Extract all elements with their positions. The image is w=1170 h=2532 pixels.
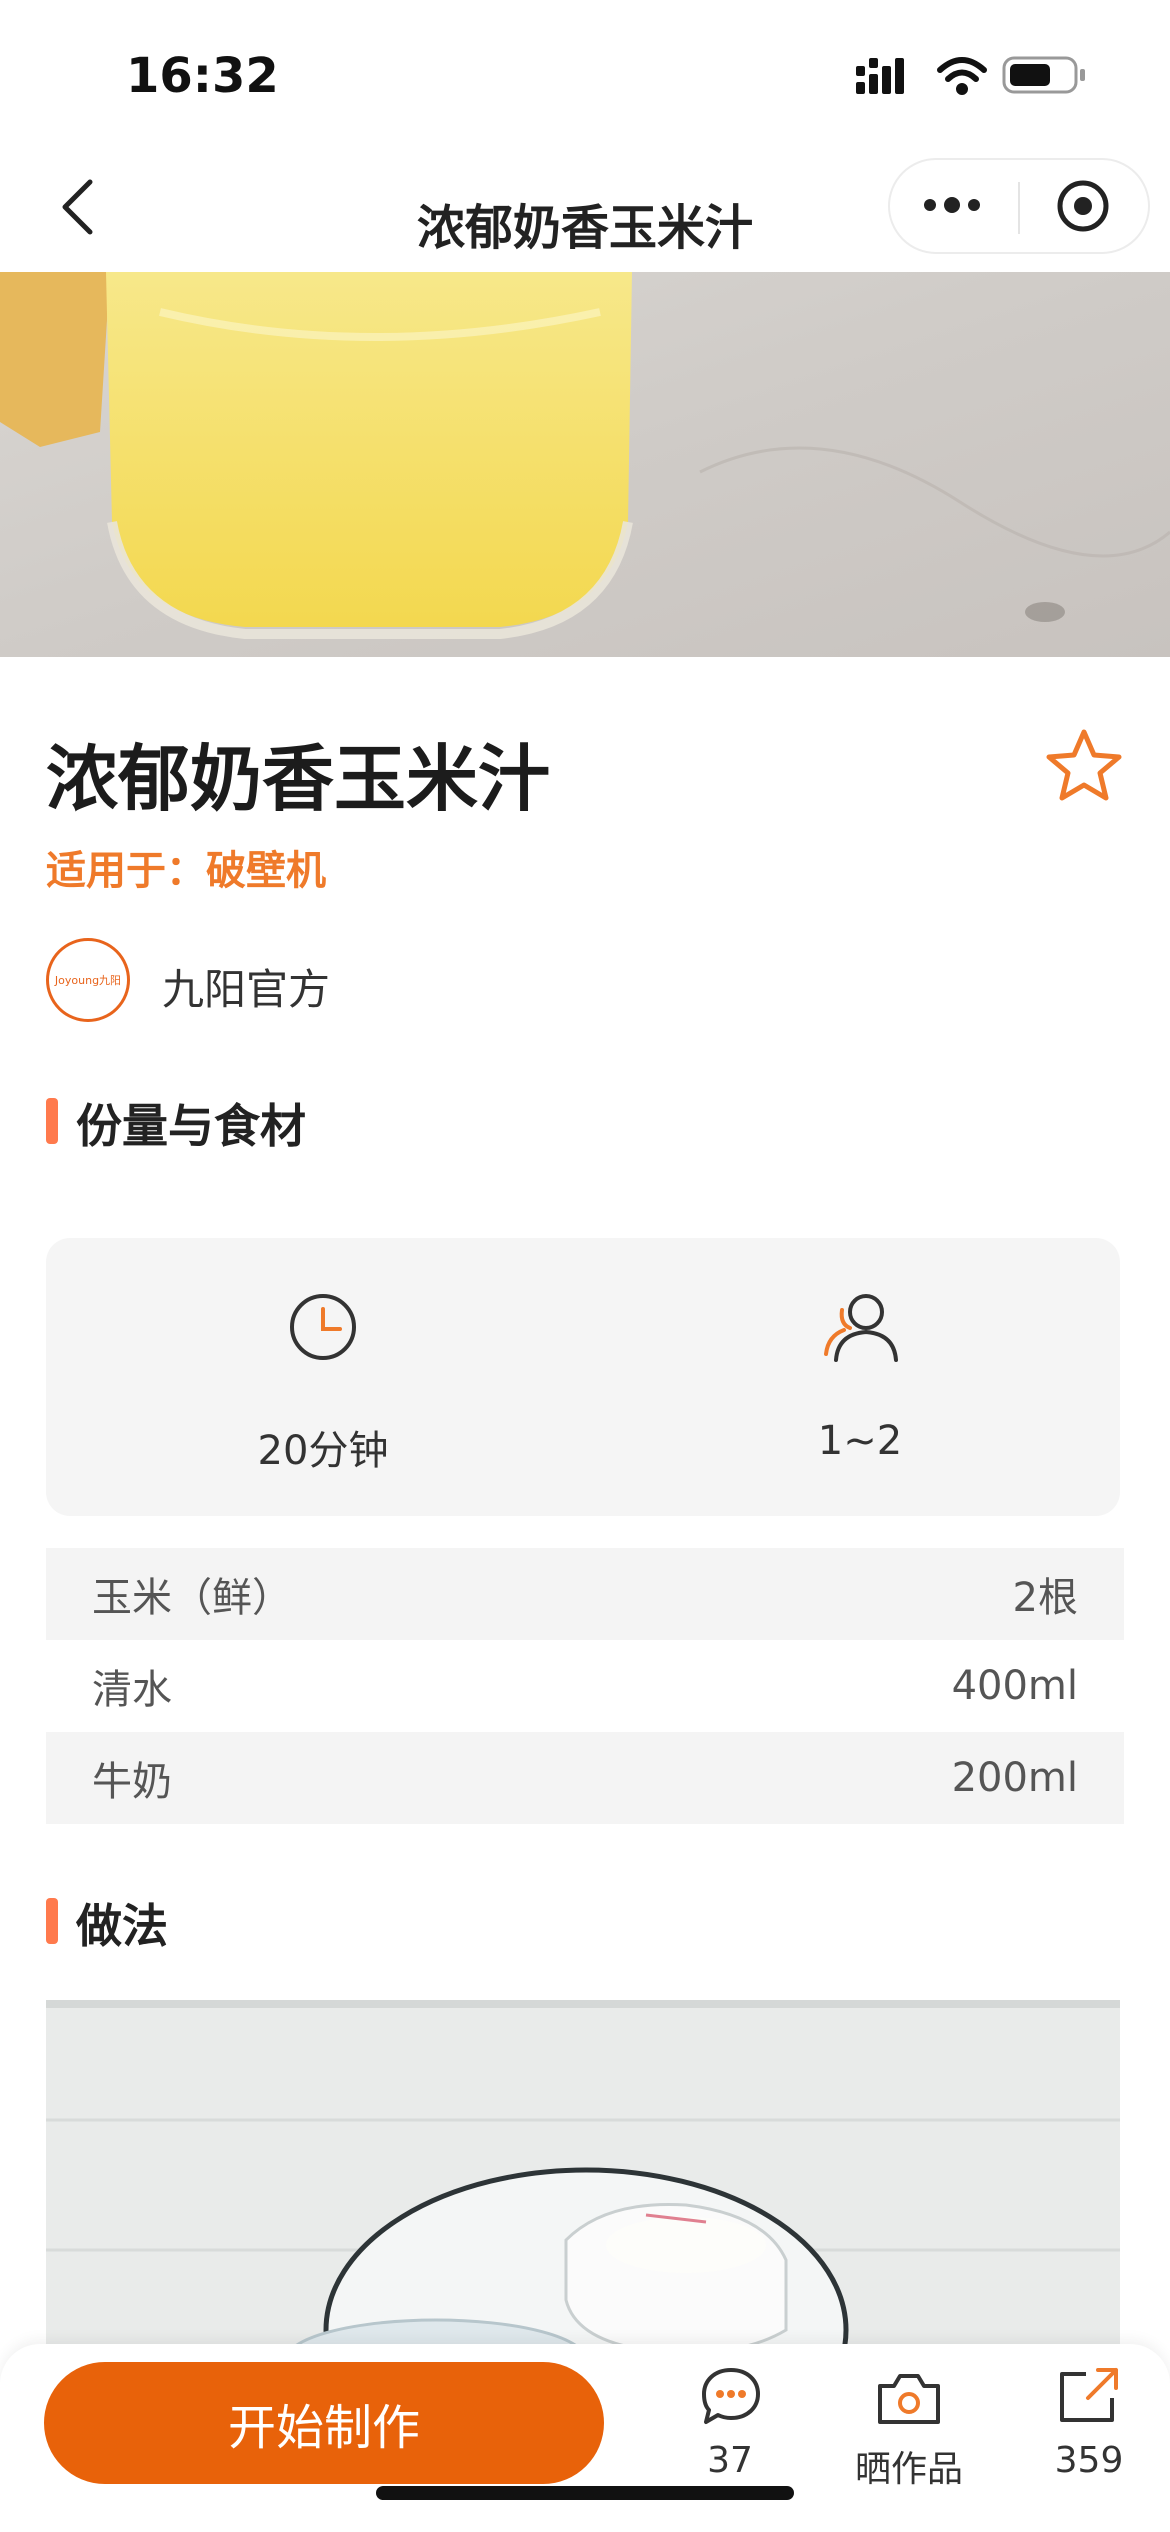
- chevron-left-icon: [62, 179, 93, 235]
- share-button[interactable]: [1054, 2364, 1124, 2428]
- post-work-button[interactable]: [874, 2368, 944, 2432]
- section-title-method: 做法: [76, 1899, 168, 1953]
- home-indicator: [376, 2486, 794, 2500]
- comment-count[interactable]: 37: [650, 2440, 810, 2481]
- status-icons: [856, 56, 1085, 95]
- author-name[interactable]: 九阳官方: [162, 956, 330, 1017]
- recipe-title: 浓郁奶香玉米汁: [46, 737, 551, 821]
- ingredient-name: 牛奶: [92, 1759, 172, 1805]
- camera-icon: [878, 2374, 940, 2424]
- start-cooking-button[interactable]: 开始制作: [44, 2362, 604, 2484]
- ingredient-row: 玉米（鲜） 2根: [46, 1548, 1124, 1640]
- hero-image: [0, 272, 1170, 657]
- applies-to: 适用于：破壁机: [46, 848, 326, 894]
- more-dots-icon: [924, 197, 980, 213]
- share-icon: [1060, 2368, 1118, 2422]
- ingredient-amount: 2根: [1012, 1575, 1078, 1621]
- comment-button[interactable]: [696, 2364, 766, 2428]
- battery-icon: [1002, 56, 1085, 94]
- servings: 1~2: [817, 1418, 903, 1464]
- author-avatar[interactable]: Joyoung九阳: [46, 938, 130, 1022]
- clock-icon: [290, 1294, 356, 1360]
- more-button[interactable]: [920, 190, 984, 220]
- wifi-icon: [937, 57, 987, 95]
- ingredient-name: 清水: [92, 1667, 172, 1713]
- capsule-divider: [1018, 182, 1020, 234]
- star-icon: [1046, 729, 1122, 801]
- ingredient-amount: 200ml: [951, 1755, 1078, 1801]
- signal-icon: [856, 58, 904, 94]
- status-time: 16:32: [126, 48, 279, 104]
- close-miniprogram-button[interactable]: [1055, 178, 1111, 234]
- share-count[interactable]: 359: [1009, 2440, 1169, 2481]
- favorite-button[interactable]: [1044, 726, 1124, 806]
- back-button[interactable]: [50, 172, 110, 242]
- ingredient-row: 牛奶 200ml: [46, 1732, 1124, 1824]
- author-logo: Joyoung九阳: [54, 974, 122, 987]
- page-title: 浓郁奶香玉米汁: [416, 200, 753, 256]
- section-marker: [46, 1098, 58, 1144]
- ingredient-row: 清水 400ml: [46, 1640, 1124, 1732]
- cook-time: 20分钟: [257, 1428, 389, 1474]
- target-icon: [1057, 180, 1109, 232]
- ingredient-amount: 400ml: [951, 1663, 1078, 1709]
- servings-icon: [824, 1294, 898, 1362]
- ingredient-name: 玉米（鲜）: [92, 1575, 292, 1621]
- section-title-ingredients: 份量与食材: [76, 1099, 306, 1153]
- section-marker: [46, 1898, 58, 1944]
- post-work-label[interactable]: 晒作品: [829, 2440, 989, 2492]
- comment-icon: [702, 2368, 760, 2424]
